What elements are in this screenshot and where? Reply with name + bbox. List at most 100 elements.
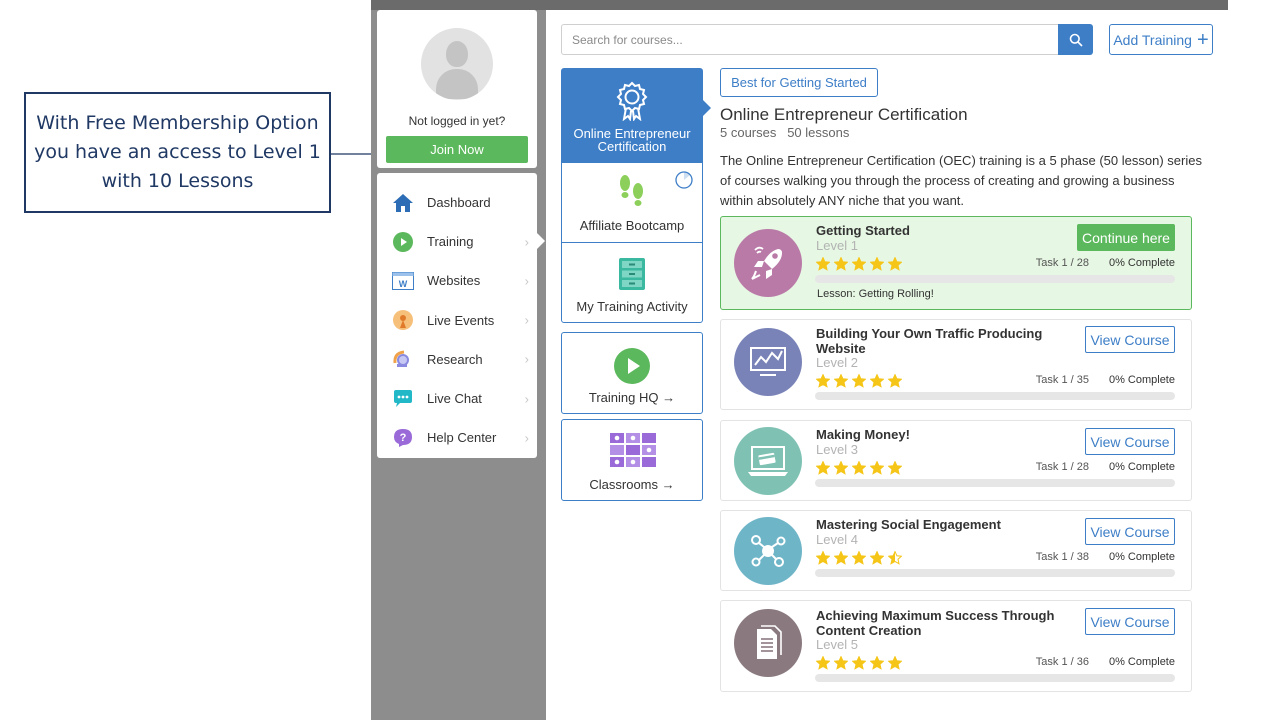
avatar bbox=[421, 28, 493, 100]
classrooms-label: Classrooms → bbox=[589, 477, 675, 492]
star-icon bbox=[852, 257, 866, 271]
login-card: Not logged in yet? Join Now bbox=[377, 10, 537, 168]
sidebar-item-label: Dashboard bbox=[427, 195, 491, 211]
program-description: The Online Entrepreneur Certification (O… bbox=[720, 153, 1202, 208]
course-card-level-1[interactable]: Getting Started Level 1 Task 1 / 28 0% C… bbox=[720, 216, 1192, 310]
star-icon bbox=[888, 257, 902, 271]
course-percent-complete: 0% Complete bbox=[1108, 374, 1175, 386]
category-label: My Training Activity bbox=[576, 299, 688, 314]
course-task-count: Task 1 / 28 bbox=[1035, 461, 1089, 473]
view-course-button[interactable]: View Course bbox=[1085, 428, 1175, 455]
sidebar-item-label: Research bbox=[427, 351, 483, 367]
course-progress-bar bbox=[815, 275, 1175, 283]
star-icon bbox=[870, 257, 884, 271]
course-card-level-3[interactable]: Making Money! Level 3 Task 1 / 28 0% Com… bbox=[720, 420, 1192, 501]
course-title: Getting Started bbox=[816, 223, 910, 238]
footprints-icon bbox=[617, 173, 647, 212]
course-task-count: Task 1 / 28 bbox=[1035, 257, 1089, 269]
view-course-button[interactable]: View Course bbox=[1085, 326, 1175, 353]
star-icon bbox=[888, 461, 902, 475]
category-my-training-activity[interactable]: My Training Activity bbox=[562, 243, 702, 322]
star-icon bbox=[870, 374, 884, 388]
course-percent-complete: 0% Complete bbox=[1108, 257, 1175, 269]
course-progress-bar bbox=[815, 674, 1175, 682]
course-percent-complete: 0% Complete bbox=[1108, 461, 1175, 473]
course-percent-complete: 0% Complete bbox=[1108, 656, 1175, 668]
app-window: Not logged in yet? Join Now Dashboard Tr… bbox=[371, 0, 1228, 720]
course-title: Building Your Own Traffic Producing Webs… bbox=[816, 326, 1043, 356]
play-circle-icon bbox=[391, 230, 415, 254]
star-icon bbox=[870, 656, 884, 670]
star-icon bbox=[852, 551, 866, 565]
sidebar-item-websites[interactable]: W Websites › bbox=[377, 261, 537, 300]
chat-icon bbox=[391, 387, 415, 411]
search-bar bbox=[561, 24, 1093, 55]
help-icon: ? bbox=[391, 426, 415, 450]
star-icon bbox=[834, 461, 848, 475]
view-course-button[interactable]: View Course bbox=[1085, 608, 1175, 635]
course-title: Making Money! bbox=[816, 427, 910, 442]
course-progress-bar bbox=[815, 392, 1175, 400]
sidebar-item-dashboard[interactable]: Dashboard bbox=[377, 183, 537, 222]
course-card-level-5[interactable]: Achieving Maximum Success Through Conten… bbox=[720, 600, 1192, 692]
star-rating bbox=[816, 656, 902, 670]
star-icon bbox=[816, 374, 830, 388]
callout-text: With Free Membership Option you have an … bbox=[34, 112, 321, 192]
rocket-icon bbox=[734, 229, 802, 297]
training-categories: Online Entrepreneur Certification Affili… bbox=[561, 68, 711, 323]
view-course-button[interactable]: View Course bbox=[1085, 518, 1175, 545]
training-hq-label: Training HQ → bbox=[588, 390, 676, 405]
certificate-icon bbox=[614, 81, 650, 124]
home-icon bbox=[391, 191, 415, 215]
add-training-button[interactable]: Add Training + bbox=[1109, 24, 1213, 55]
star-icon bbox=[834, 551, 848, 565]
sidebar-item-label: Training bbox=[427, 234, 474, 250]
search-icon bbox=[1069, 33, 1083, 47]
laptop-card-icon bbox=[734, 427, 802, 495]
sidebar-item-research[interactable]: Research › bbox=[377, 340, 537, 379]
course-percent-complete: 0% Complete bbox=[1108, 551, 1175, 563]
main-content: Add Training + Online Entrepreneur Certi… bbox=[546, 10, 1228, 720]
join-now-button[interactable]: Join Now bbox=[386, 136, 528, 163]
nav-active-pointer bbox=[537, 233, 545, 249]
chevron-right-icon: › bbox=[524, 391, 529, 407]
svg-text:W: W bbox=[399, 279, 408, 289]
course-task-count: Task 1 / 38 bbox=[1035, 551, 1089, 563]
star-icon bbox=[870, 551, 884, 565]
search-input[interactable] bbox=[561, 24, 1058, 55]
best-for-getting-started-badge[interactable]: Best for Getting Started bbox=[720, 68, 878, 97]
star-icon bbox=[888, 551, 902, 565]
course-level: Level 4 bbox=[816, 532, 858, 547]
category-label: Online Entrepreneur Certification bbox=[573, 126, 691, 154]
sidebar-nav: Dashboard Training › W Websites › Live E… bbox=[377, 173, 545, 458]
sidebar-item-label: Live Events bbox=[427, 312, 495, 328]
cabinet-icon bbox=[618, 257, 646, 294]
sidebar-item-help-center[interactable]: ? Help Center › bbox=[377, 418, 537, 457]
sidebar-item-label: Websites bbox=[427, 273, 481, 289]
chevron-right-icon: › bbox=[524, 351, 529, 367]
sidebar-item-live-chat[interactable]: Live Chat › bbox=[377, 379, 537, 418]
course-card-level-2[interactable]: Building Your Own Traffic Producing Webs… bbox=[720, 319, 1192, 410]
star-icon bbox=[834, 257, 848, 271]
course-progress-bar bbox=[815, 569, 1175, 577]
classrooms-card[interactable]: Classrooms → bbox=[561, 419, 703, 501]
category-online-entrepreneur-certification[interactable]: Online Entrepreneur Certification bbox=[562, 69, 711, 163]
chart-monitor-icon bbox=[734, 328, 802, 396]
research-icon bbox=[391, 347, 415, 371]
star-icon bbox=[816, 257, 830, 271]
course-level: Level 1 bbox=[816, 238, 858, 253]
star-icon bbox=[852, 374, 866, 388]
star-icon bbox=[870, 461, 884, 475]
document-icon bbox=[734, 609, 802, 677]
continue-here-button[interactable]: Continue here bbox=[1077, 224, 1175, 251]
training-hq-card[interactable]: Training HQ → bbox=[561, 332, 703, 414]
category-affiliate-bootcamp[interactable]: Affiliate Bootcamp bbox=[562, 163, 702, 243]
star-icon bbox=[852, 461, 866, 475]
search-button[interactable] bbox=[1058, 24, 1093, 55]
sidebar-item-live-events[interactable]: Live Events › bbox=[377, 301, 537, 340]
program-title: Online Entrepreneur Certification bbox=[720, 105, 968, 124]
course-card-level-4[interactable]: Mastering Social Engagement Level 4 Task… bbox=[720, 510, 1192, 591]
sidebar-item-training[interactable]: Training › bbox=[377, 222, 537, 261]
login-status-text: Not logged in yet? bbox=[408, 114, 506, 128]
timer-icon bbox=[675, 171, 693, 192]
